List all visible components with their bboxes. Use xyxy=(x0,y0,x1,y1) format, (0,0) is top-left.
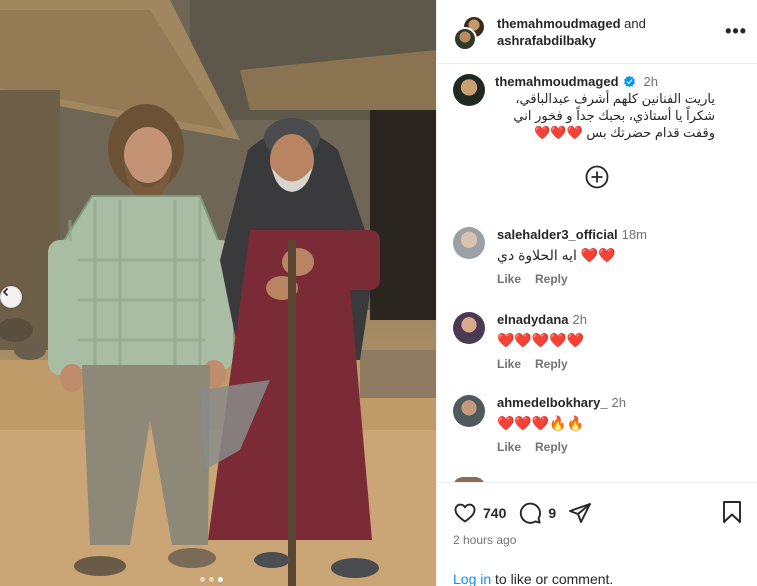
avatar[interactable] xyxy=(453,395,485,427)
caption-time: 2h xyxy=(643,74,658,89)
post-actions: 740 9 2 hours ago Log in to like or comm… xyxy=(437,482,757,586)
caption-text: ياريت الفنانين كلهم أشرف عبدالباقي، شكرا… xyxy=(495,90,715,141)
comment-item: salehalder3_official 18m ايه الحلاوة دي … xyxy=(437,227,757,286)
comment-like-button[interactable]: Like xyxy=(497,357,521,371)
share-button[interactable] xyxy=(568,501,592,525)
verified-badge-icon xyxy=(623,75,635,88)
comment-reply-button[interactable]: Reply xyxy=(535,357,568,371)
comment-emojis: ❤️❤️ xyxy=(580,247,616,263)
comment-username[interactable]: elnadydana xyxy=(497,312,569,327)
post-side-panel: themahmoudmaged and ashrafabdilbaky ••• … xyxy=(436,0,757,586)
comment-text-body: ايه الحلاوة دي xyxy=(497,247,577,263)
comments-scroll-area[interactable]: themahmoudmaged 2h ياريت الفنانين كلهم أ… xyxy=(437,64,757,482)
comment-item: elnadydana 2h ❤️❤️❤️❤️❤️ Like Reply xyxy=(437,312,757,371)
heart-outline-icon xyxy=(454,503,476,523)
collab-avatars[interactable] xyxy=(453,14,487,51)
comment-item: ahmedelbokhary_ 2h ❤️❤️❤️🔥🔥 Like Reply xyxy=(437,395,757,454)
comment-like-button[interactable]: Like xyxy=(497,272,521,286)
comment-username[interactable]: salehalder3_official xyxy=(497,227,618,242)
avatar[interactable] xyxy=(453,312,485,344)
carousel-dot xyxy=(200,577,205,582)
comment-text: ايه الحلاوة دي ❤️❤️ xyxy=(497,246,741,264)
login-prompt: Log in to like or comment. xyxy=(453,571,613,586)
comment-emojis: ❤️❤️❤️🔥🔥 xyxy=(497,415,585,431)
avatar[interactable] xyxy=(453,227,485,259)
more-options-button[interactable]: ••• xyxy=(725,22,747,40)
chevron-left-icon xyxy=(2,287,9,297)
comment-bubble-icon xyxy=(520,502,542,524)
post-header: themahmoudmaged and ashrafabdilbaky ••• xyxy=(437,0,757,64)
bookmark-icon xyxy=(723,500,741,523)
share-paper-plane-icon xyxy=(569,503,592,523)
post-authors: themahmoudmaged and ashrafabdilbaky xyxy=(497,15,646,49)
comment-text: ❤️❤️❤️🔥🔥 xyxy=(497,414,741,432)
comment-time: 18m xyxy=(621,227,647,242)
comment-button[interactable]: 9 xyxy=(518,501,556,525)
comment-time: 2h xyxy=(572,312,587,327)
like-button[interactable]: 740 xyxy=(453,501,506,525)
author-link[interactable]: themahmoudmaged xyxy=(497,16,621,31)
comment-reply-button[interactable]: Reply xyxy=(535,440,568,454)
comment-time: 2h xyxy=(611,395,627,410)
carousel-previous-button[interactable] xyxy=(0,286,22,308)
post-caption: themahmoudmaged 2h ياريت الفنانين كلهم أ… xyxy=(437,64,757,141)
caption-username[interactable]: themahmoudmaged xyxy=(495,74,619,89)
author-link[interactable]: ashrafabdilbaky xyxy=(497,33,596,48)
more-horizontal-icon: ••• xyxy=(725,21,747,41)
comment-like-button[interactable]: Like xyxy=(497,440,521,454)
login-prompt-text: to like or comment. xyxy=(491,571,614,586)
avatar[interactable] xyxy=(453,26,477,51)
save-button[interactable] xyxy=(721,500,743,527)
login-link[interactable]: Log in xyxy=(453,571,491,586)
avatar[interactable] xyxy=(453,74,485,106)
posted-time: 2 hours ago xyxy=(453,533,517,547)
carousel-dot-active xyxy=(218,577,223,582)
photo-illustration xyxy=(0,0,436,586)
plus-circle-icon[interactable] xyxy=(585,165,609,189)
carousel-dot xyxy=(209,577,214,582)
comments-count: 9 xyxy=(548,505,557,521)
comment-username[interactable]: ahmedelbokhary_ xyxy=(497,395,608,410)
post-photo xyxy=(0,0,436,586)
comment-emojis: ❤️❤️❤️❤️❤️ xyxy=(497,332,585,348)
authors-joiner: and xyxy=(624,15,646,31)
comment-reply-button[interactable]: Reply xyxy=(535,272,568,286)
likes-count: 740 xyxy=(483,505,507,521)
comment-text: ❤️❤️❤️❤️❤️ xyxy=(497,331,741,349)
load-more-comments xyxy=(437,165,757,189)
caption-hearts: ❤️❤️❤️ xyxy=(534,125,583,140)
carousel-dots xyxy=(200,577,223,582)
